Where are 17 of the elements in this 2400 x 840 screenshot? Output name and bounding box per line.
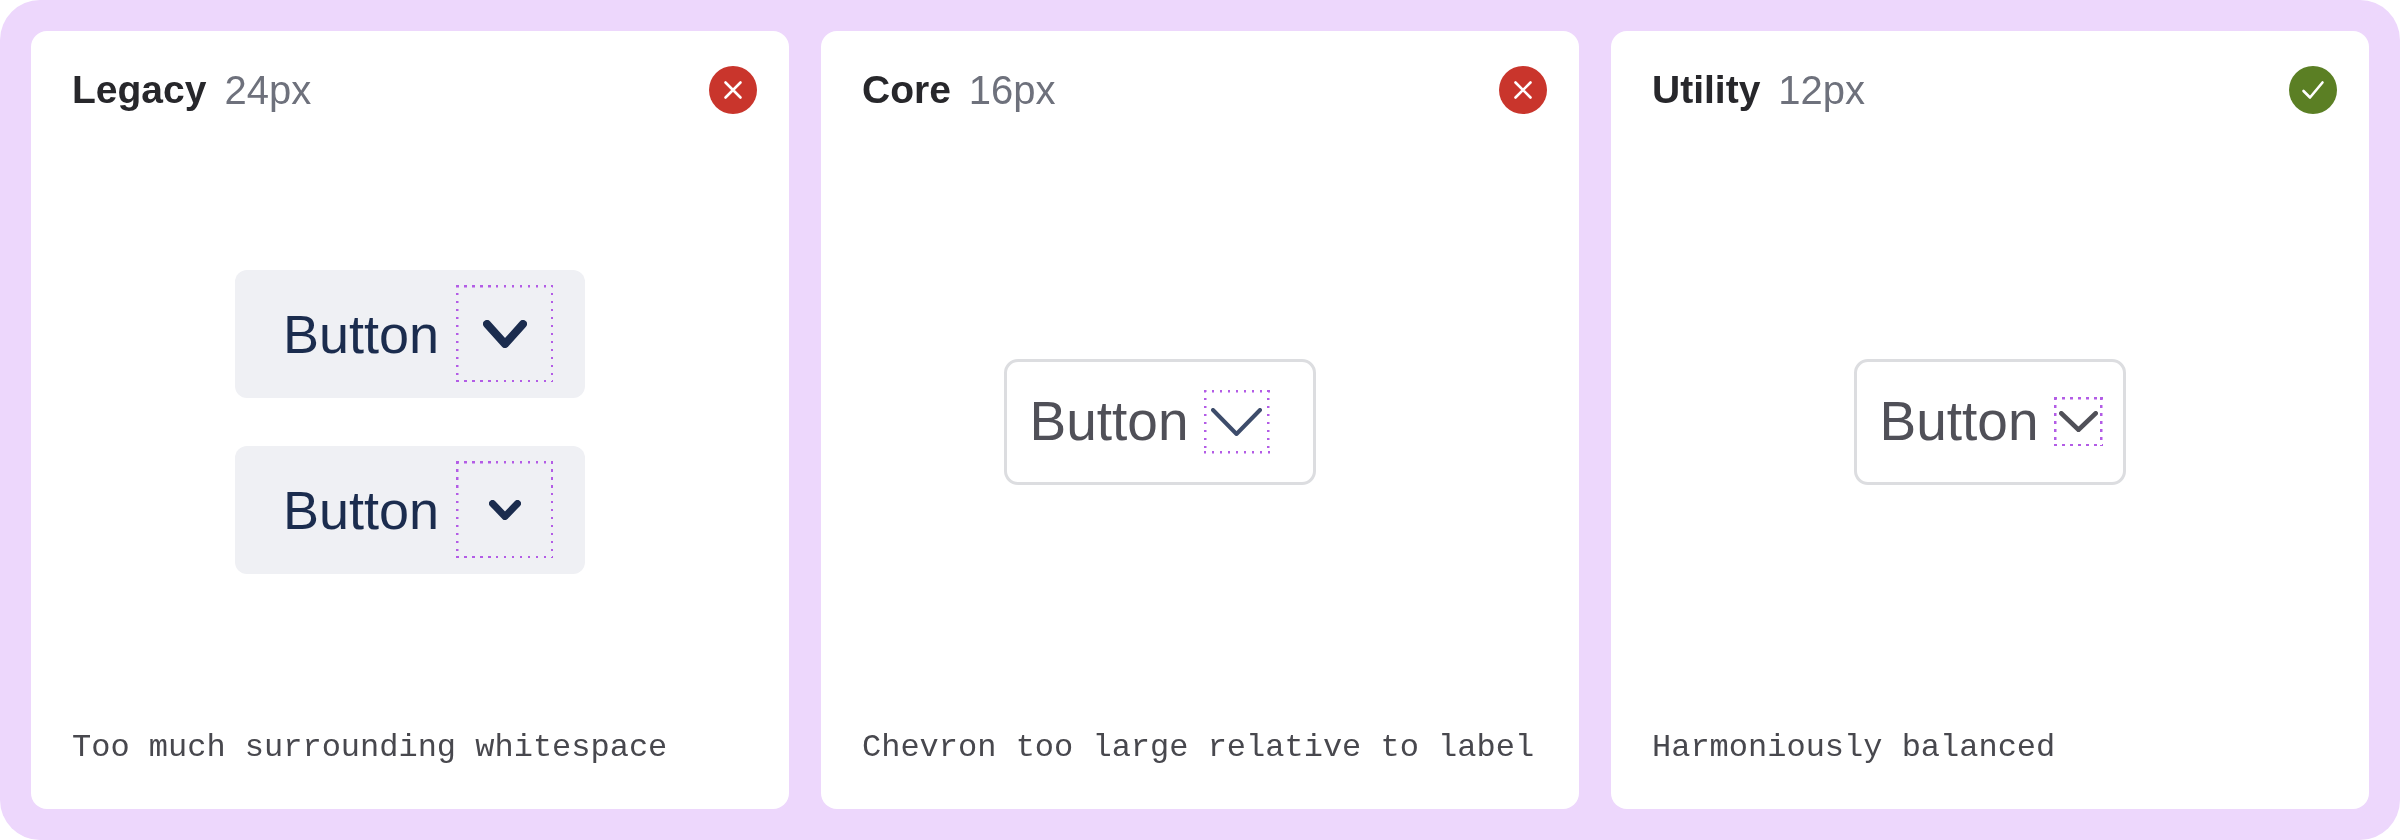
dropdown-button[interactable]: Button	[234, 445, 586, 574]
size-label: 12px	[1778, 67, 1866, 113]
dropdown-button[interactable]: Button	[1854, 358, 2126, 485]
chevron-down-icon	[2058, 411, 2098, 432]
dropdown-button[interactable]: Button	[234, 269, 586, 398]
dropdown-button[interactable]: Button	[1004, 358, 1316, 485]
card-title: Core	[862, 67, 951, 113]
card-title: Legacy	[72, 67, 207, 113]
caption-text: Harmoniously balanced	[1651, 729, 2057, 767]
caption-text: Chevron too large relative to label	[861, 729, 1536, 767]
size-label: 24px	[224, 67, 312, 113]
chevron-down-icon	[1211, 407, 1262, 436]
chevron-down-icon	[488, 499, 521, 520]
size-label: 16px	[968, 67, 1056, 113]
chevron-down-icon	[482, 319, 527, 348]
caption-text: Too much surrounding whitespace	[71, 729, 669, 767]
card-title: Utility	[1652, 67, 1761, 113]
